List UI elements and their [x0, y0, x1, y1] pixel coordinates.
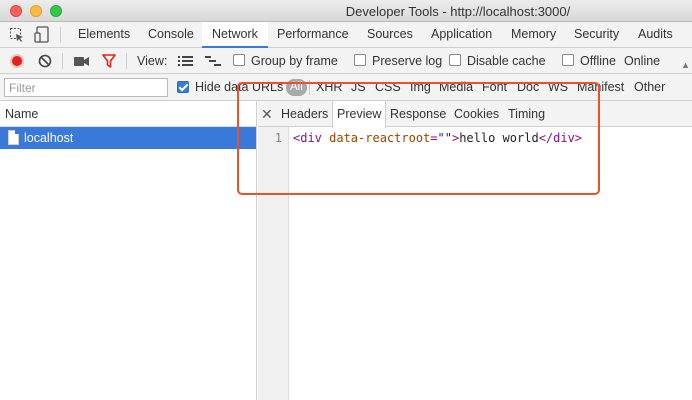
device-toolbar-icon[interactable] — [34, 26, 50, 47]
type-filter-font[interactable]: Font — [482, 74, 507, 101]
code-text: hello world — [459, 131, 539, 145]
request-list: Name localhost — [0, 101, 257, 400]
toolbar-divider — [62, 53, 63, 69]
document-icon — [8, 130, 19, 145]
type-filter-js[interactable]: JS — [351, 74, 366, 101]
tab-elements[interactable]: Elements — [68, 22, 140, 47]
type-filter-manifest[interactable]: Manifest — [577, 74, 624, 101]
group-by-frame-label: Group by frame — [251, 54, 338, 68]
group-by-frame-checkbox[interactable] — [233, 54, 245, 66]
line-number-gutter: 1 — [258, 127, 289, 400]
preserve-log-label: Preserve log — [372, 54, 443, 68]
hide-data-urls-checkbox[interactable] — [177, 81, 189, 93]
tab-sources[interactable]: Sources — [357, 22, 423, 47]
title-bar: Developer Tools - http://localhost:3000/ — [0, 0, 692, 22]
line-number: 1 — [274, 131, 282, 145]
capture-screenshots-icon[interactable] — [74, 56, 90, 70]
tab-response[interactable]: Response — [390, 101, 446, 127]
preview-code: <div data-reactroot="">hello world</div> — [293, 131, 582, 145]
tab-application[interactable]: Application — [421, 22, 502, 47]
tab-headers[interactable]: Headers — [281, 101, 328, 127]
type-filter-doc[interactable]: Doc — [517, 74, 539, 101]
code-attr-value: "" — [437, 131, 452, 145]
tab-audits[interactable]: Audits — [628, 22, 683, 47]
type-filter-media[interactable]: Media — [439, 74, 473, 101]
tab-preview[interactable]: Preview — [332, 101, 387, 128]
window-title: Developer Tools - http://localhost:3000/ — [345, 4, 571, 19]
filter-input[interactable] — [4, 78, 168, 97]
panel-tabs-bar: Elements Console Network Performance Sou… — [0, 22, 692, 48]
throttling-select[interactable]: Online — [624, 48, 660, 74]
name-column-header[interactable]: Name — [0, 101, 256, 127]
code-end-tag: </div> — [538, 131, 583, 145]
tab-performance[interactable]: Performance — [267, 22, 359, 47]
toolbar-divider — [126, 53, 127, 69]
filter-bar: Hide data URLs All XHR JS CSS Img Media … — [0, 74, 692, 101]
tab-timing[interactable]: Timing — [508, 101, 545, 127]
type-filter-other[interactable]: Other — [634, 74, 665, 101]
tab-cookies[interactable]: Cookies — [454, 101, 499, 127]
request-details: ✕ Headers Preview Response Cookies Timin… — [258, 101, 692, 400]
filter-icon[interactable] — [102, 54, 116, 71]
large-rows-view-icon[interactable] — [178, 55, 194, 70]
type-filter-ws[interactable]: WS — [548, 74, 568, 101]
tab-security[interactable]: Security — [564, 22, 629, 47]
type-filter-css[interactable]: CSS — [375, 74, 401, 101]
hide-data-urls-label: Hide data URLs — [195, 80, 284, 94]
toolbar-divider — [60, 27, 61, 43]
code-equals: = — [430, 131, 438, 145]
detail-tabs-bar: ✕ Headers Preview Response Cookies Timin… — [258, 101, 692, 128]
network-toolbar: View: Group by frame Preserve log Disabl… — [0, 48, 692, 74]
type-filter-all[interactable]: All — [286, 79, 307, 96]
preserve-log-checkbox[interactable] — [354, 54, 366, 66]
request-name: localhost — [24, 131, 74, 145]
request-row[interactable]: localhost — [0, 127, 256, 149]
tab-network[interactable]: Network — [202, 22, 268, 48]
offline-label: Offline — [580, 54, 616, 68]
type-filter-img[interactable]: Img — [410, 74, 431, 101]
tab-memory[interactable]: Memory — [501, 22, 566, 47]
clear-icon[interactable] — [38, 54, 52, 71]
tab-console[interactable]: Console — [137, 22, 205, 47]
type-filter-xhr[interactable]: XHR — [316, 74, 342, 101]
code-open-tag: <div — [293, 131, 322, 145]
offline-checkbox[interactable] — [562, 54, 574, 66]
scroll-arrow-icon[interactable]: ▲ — [681, 60, 690, 70]
disable-cache-label: Disable cache — [467, 54, 546, 68]
record-icon[interactable] — [10, 54, 24, 68]
code-attr-name: data-reactroot — [321, 131, 431, 145]
close-details-icon[interactable]: ✕ — [261, 101, 273, 127]
view-label: View: — [137, 54, 168, 68]
disable-cache-checkbox[interactable] — [449, 54, 461, 66]
overview-waterfall-icon[interactable] — [205, 55, 221, 70]
toolbar-divider — [309, 80, 310, 95]
inspect-element-icon[interactable] — [9, 27, 25, 46]
